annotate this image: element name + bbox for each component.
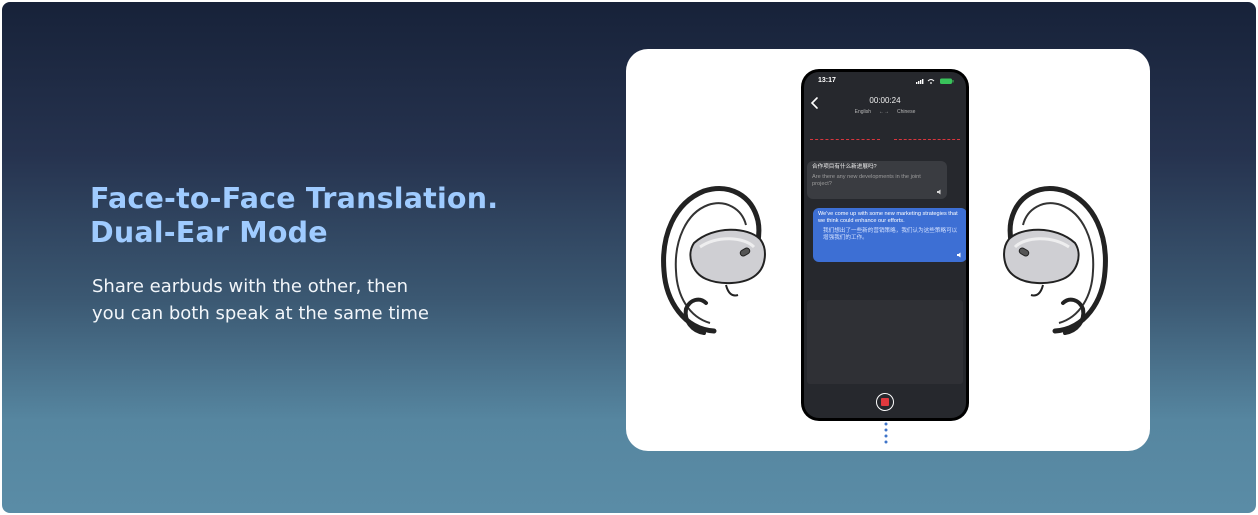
message-translation-text: Are there any new developments in the jo… [812,174,921,187]
status-bar-icons [916,78,954,84]
subtitle: Share earbuds with the other, then you c… [92,273,429,327]
headline-line-2: Dual-Ear Mode [90,216,328,249]
left-audio-waveform [810,139,880,141]
language-pair: English ←→ Chinese [804,109,966,115]
message-translation-text: 我们想出了一些新的营销策略，我们认为这些策略可以增强我们的工作。 [823,228,958,241]
status-time: 13:17 [818,77,836,84]
subtitle-line-2: you can both speak at the same time [92,303,430,324]
outgoing-message-bubble: We've come up with some new marketing st… [813,208,966,262]
speaker-icon[interactable] [937,189,943,195]
stop-icon [881,398,889,406]
headline: Face-to-Face Translation. Dual-Ear Mode [90,182,498,250]
language-left[interactable]: English [855,109,871,115]
promo-banner: Face-to-Face Translation. Dual-Ear Mode … [2,2,1256,513]
record-stop-button[interactable] [876,393,894,411]
language-right[interactable]: Chinese [897,109,915,115]
subtitle-line-1: Share earbuds with the other, then [92,276,409,297]
left-ear-earbud-illustration [661,186,766,335]
product-illustration-card: 13:17 00:00:24 English ←→ Chinese 合作项目有什… [626,49,1150,451]
right-audio-waveform [894,139,960,141]
connector-dots [884,422,888,444]
speaker-icon[interactable] [957,252,963,258]
transcript-area [807,300,963,384]
translator-app-screen: 13:17 00:00:24 English ←→ Chinese 合作项目有什… [804,72,966,418]
call-timer: 00:00:24 [869,96,901,105]
headline-line-1: Face-to-Face Translation. [90,182,499,215]
incoming-message-bubble: 合作项目有什么新进展吗? Are there any new developme… [807,161,947,199]
right-ear-earbud-illustration [1003,186,1108,335]
message-source-text: 合作项目有什么新进展吗? [812,164,877,170]
phone-mockup: 13:17 00:00:24 English ←→ Chinese 合作项目有什… [801,69,969,421]
message-source-text: We've come up with some new marketing st… [818,211,958,224]
swap-arrow-icon[interactable]: ←→ [879,109,889,115]
